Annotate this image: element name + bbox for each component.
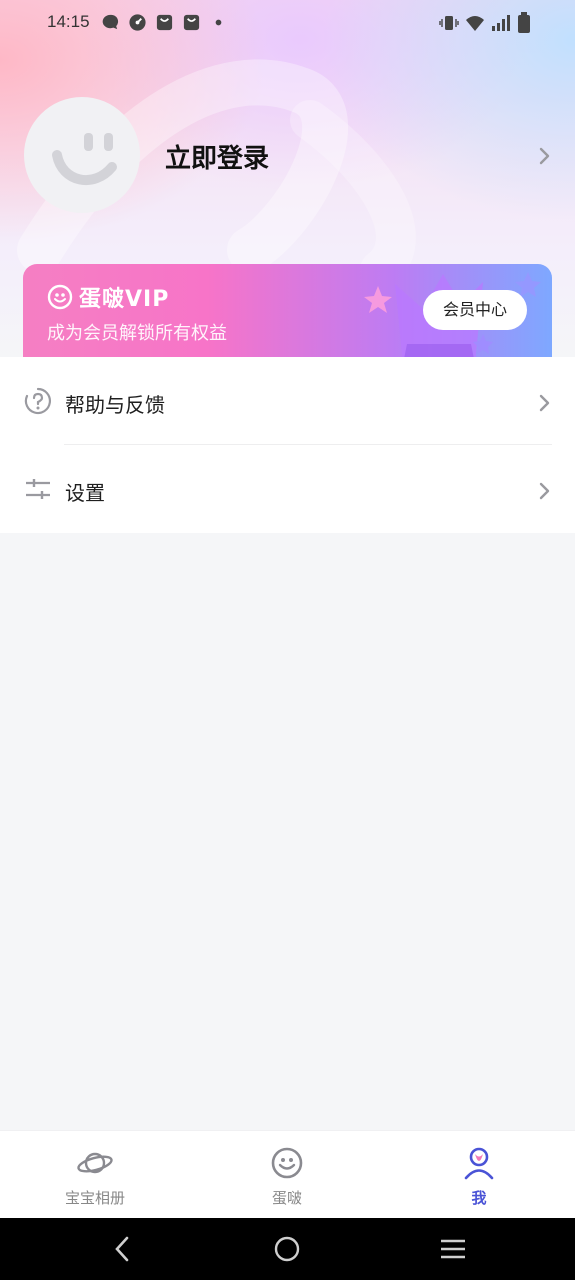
- system-navigation-bar: [0, 1218, 575, 1280]
- tab-baby-album[interactable]: 宝宝相册: [0, 1131, 190, 1219]
- shopping-bag-icon: [156, 14, 173, 31]
- battery-icon: [518, 12, 530, 33]
- bottom-tab-bar: 宝宝相册 蛋啵 我: [0, 1130, 575, 1219]
- help-icon: [24, 387, 51, 415]
- menu-item-help-feedback[interactable]: 帮助与反馈: [0, 357, 575, 445]
- tab-danbo[interactable]: 蛋啵: [192, 1131, 382, 1219]
- tab-label: 宝宝相册: [64, 1189, 125, 1207]
- message-icon: [102, 14, 119, 30]
- avatar[interactable]: [24, 97, 140, 213]
- chevron-right-icon: [539, 394, 550, 412]
- smiley-icon: [271, 1147, 303, 1179]
- home-icon[interactable]: [273, 1235, 301, 1263]
- status-time: 14:15: [47, 12, 90, 31]
- chevron-right-icon: [539, 482, 550, 500]
- menu-list: 帮助与反馈 设置: [0, 357, 575, 533]
- shopping-bag-icon: [183, 14, 200, 31]
- planet-icon: [77, 1152, 113, 1174]
- settings-sliders-icon: [26, 479, 50, 499]
- person-icon: [464, 1147, 494, 1180]
- vibrate-icon: [439, 16, 459, 30]
- menu-item-label: 设置: [65, 481, 105, 505]
- menu-item-label: 帮助与反馈: [65, 393, 165, 417]
- tab-me[interactable]: 我: [384, 1131, 574, 1219]
- chevron-right-icon[interactable]: [538, 146, 552, 166]
- speedometer-icon: [129, 14, 146, 31]
- login-button[interactable]: 立即登录: [165, 138, 269, 175]
- tab-label: 蛋啵: [271, 1189, 302, 1207]
- menu-item-settings[interactable]: 设置: [0, 445, 575, 533]
- avatar-smiley-icon: [52, 133, 117, 186]
- member-center-button[interactable]: 会员中心: [423, 290, 527, 330]
- signal-icon: [492, 15, 510, 31]
- vip-brand: 蛋啵VIP: [79, 287, 170, 312]
- dot-icon: [215, 19, 222, 26]
- wifi-icon: [466, 16, 484, 31]
- tab-label: 我: [471, 1189, 487, 1207]
- menu-icon[interactable]: [439, 1235, 467, 1263]
- vip-logo-icon: [47, 284, 73, 310]
- vip-subtitle: 成为会员解锁所有权益: [47, 323, 227, 344]
- back-icon[interactable]: [110, 1235, 134, 1263]
- status-bar: 14:15: [0, 0, 575, 46]
